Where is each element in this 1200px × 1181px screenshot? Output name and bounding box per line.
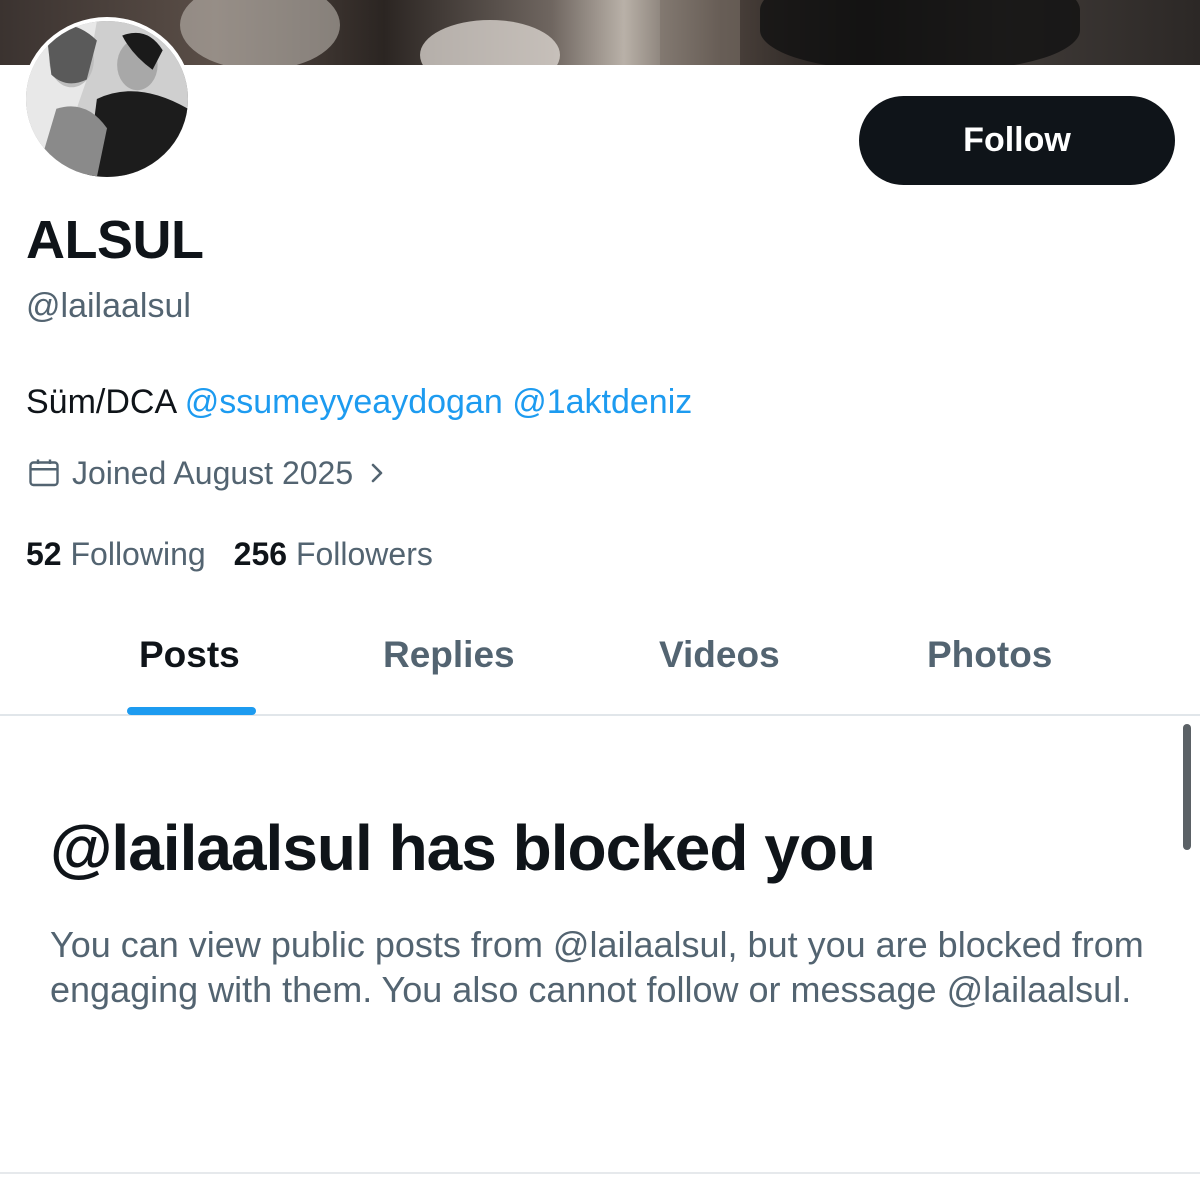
joined-date-row[interactable]: Joined August 2025	[26, 454, 389, 492]
following-count-link[interactable]: 52 Following	[26, 535, 206, 573]
followers-label: Followers	[295, 536, 433, 572]
profile-handle: @lailaalsul	[26, 287, 191, 325]
profile-display-name: ALSUL	[26, 210, 204, 270]
followers-count: 256	[233, 536, 288, 572]
blocked-notice-title: @lailaalsul has blocked you	[50, 812, 876, 884]
bio-text: Süm/DCA	[26, 383, 185, 421]
tab-videos[interactable]: Videos	[659, 630, 780, 680]
tab-photos[interactable]: Photos	[927, 630, 1052, 680]
followers-count-link[interactable]: 256 Followers	[234, 535, 433, 573]
blocked-notice-description: You can view public posts from @lailaals…	[50, 924, 1144, 1010]
following-count: 52	[26, 536, 62, 572]
joined-date-text: Joined August 2025	[72, 455, 354, 491]
tab-replies[interactable]: Replies	[383, 630, 515, 680]
profile-stats: 52 Following 256 Followers	[26, 535, 461, 573]
profile-bio: Süm/DCA @ssumeyyeaydogan @1aktdeniz	[26, 381, 692, 423]
chevron-right-icon	[371, 463, 383, 483]
following-label: Following	[70, 536, 206, 572]
follow-button[interactable]: Follow	[859, 96, 1175, 185]
calendar-icon	[29, 459, 59, 487]
tab-posts[interactable]: Posts	[139, 630, 240, 680]
divider	[0, 1172, 1200, 1174]
profile-page: Follow ALSUL @lailaalsul Süm/DCA @ssumey…	[0, 0, 1200, 1181]
bio-mention-link[interactable]: @1aktdeniz	[512, 383, 692, 421]
bio-mention-link[interactable]: @ssumeyyeaydogan	[185, 383, 503, 421]
scrollbar-thumb[interactable]	[1183, 724, 1191, 850]
profile-tabs: Posts Replies Videos Photos	[0, 600, 1200, 716]
active-tab-indicator	[127, 707, 256, 715]
profile-avatar[interactable]	[22, 17, 192, 181]
